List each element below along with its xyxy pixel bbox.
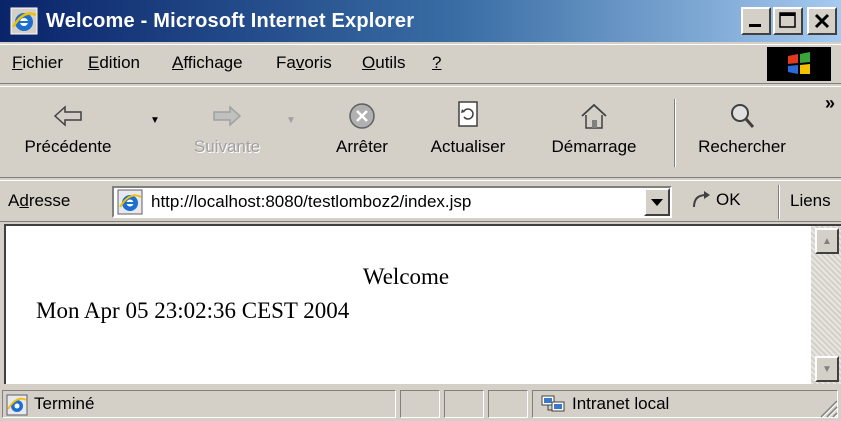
links-button[interactable]: Liens	[790, 191, 831, 211]
page-content: Welcome Mon Apr 05 23:02:36 CEST 2004 ▲ …	[4, 224, 841, 384]
home-icon	[581, 103, 607, 129]
address-separator	[778, 185, 780, 219]
status-text: Terminé	[34, 394, 95, 413]
menu-affichage[interactable]: Affichage	[172, 53, 243, 73]
stop-label: Arrêter	[336, 137, 388, 156]
refresh-icon	[458, 101, 478, 127]
menu-outils[interactable]: Outils	[362, 53, 405, 73]
search-button[interactable]: Rechercher	[684, 93, 800, 173]
menu-edition[interactable]: Edition	[88, 53, 140, 73]
chevron-down-icon	[651, 199, 663, 206]
standard-toolbar: Précédente ▼ Suivante ▼ Arrêter Actualis…	[0, 86, 841, 178]
refresh-button[interactable]: Actualiser	[412, 93, 524, 173]
address-dropdown-button[interactable]	[644, 188, 670, 216]
title-bar[interactable]: Welcome - Microsoft Internet Explorer	[0, 0, 841, 42]
go-button[interactable]: OK	[690, 189, 741, 211]
page-heading: Welcome	[362, 264, 450, 289]
close-icon	[814, 13, 830, 29]
forward-label: Suivante	[193, 137, 261, 156]
home-label: Démarrage	[551, 137, 637, 156]
forward-arrow-icon	[213, 105, 242, 127]
home-button[interactable]: Démarrage	[528, 93, 660, 173]
page-icon	[117, 189, 143, 215]
toolbar-separator	[674, 99, 676, 167]
search-icon	[731, 104, 755, 128]
back-label: Précédente	[24, 137, 112, 156]
status-zone-text: Intranet local	[572, 394, 670, 413]
scroll-up-button[interactable]: ▲	[815, 228, 839, 254]
forward-button[interactable]: Suivante	[176, 93, 278, 173]
address-url: http://localhost:8080/testlomboz2/index.…	[151, 192, 472, 211]
address-input[interactable]: http://localhost:8080/testlomboz2/index.…	[112, 186, 672, 218]
back-arrow-icon	[53, 105, 82, 127]
close-button[interactable]	[807, 7, 837, 35]
window-title: Welcome - Microsoft Internet Explorer	[46, 9, 415, 32]
ie-logo-icon	[10, 7, 38, 35]
resize-grip-icon[interactable]	[815, 395, 839, 419]
menu-bar: Fichier Edition Affichage Favoris Outils…	[0, 44, 841, 84]
intranet-zone-icon	[540, 394, 566, 421]
status-page-icon	[6, 394, 28, 421]
minimize-icon	[749, 24, 761, 27]
scroll-down-icon: ▼	[822, 363, 832, 375]
address-bar: Adresse http://localhost:8080/testlomboz…	[0, 180, 841, 222]
scroll-down-button[interactable]: ▼	[815, 356, 839, 382]
vertical-scrollbar[interactable]: ▲ ▼	[811, 226, 841, 384]
go-arrow-icon	[693, 191, 710, 208]
minimize-button[interactable]	[741, 7, 771, 35]
stop-button[interactable]: Arrêter	[316, 93, 408, 173]
search-label: Rechercher	[698, 137, 786, 156]
status-panel	[400, 390, 440, 418]
browser-window: Welcome - Microsoft Internet Explorer Fi…	[0, 0, 841, 421]
scroll-up-icon: ▲	[822, 235, 832, 247]
back-button[interactable]: Précédente	[2, 93, 134, 173]
status-panel	[488, 390, 528, 418]
toolbar-more-button[interactable]: »	[825, 93, 835, 114]
refresh-label: Actualiser	[430, 137, 506, 156]
menu-fichier-label: ichier	[22, 53, 64, 72]
windows-logo-icon	[767, 47, 831, 81]
stop-icon	[349, 103, 375, 129]
page-date: Mon Apr 05 23:02:36 CEST 2004	[36, 298, 350, 323]
go-label: OK	[716, 190, 741, 209]
maximize-icon	[779, 12, 796, 28]
address-label: Adresse	[8, 191, 71, 210]
menu-help[interactable]: ?	[432, 53, 441, 73]
back-dropdown-icon[interactable]: ▼	[150, 115, 160, 126]
menu-favoris[interactable]: Favoris	[276, 53, 332, 73]
status-bar: Terminé Intranet local	[0, 386, 841, 421]
maximize-button[interactable]	[773, 7, 803, 35]
status-panel	[444, 390, 484, 418]
menu-fichier[interactable]: Fichier	[12, 53, 63, 73]
forward-dropdown-icon[interactable]: ▼	[286, 115, 296, 126]
